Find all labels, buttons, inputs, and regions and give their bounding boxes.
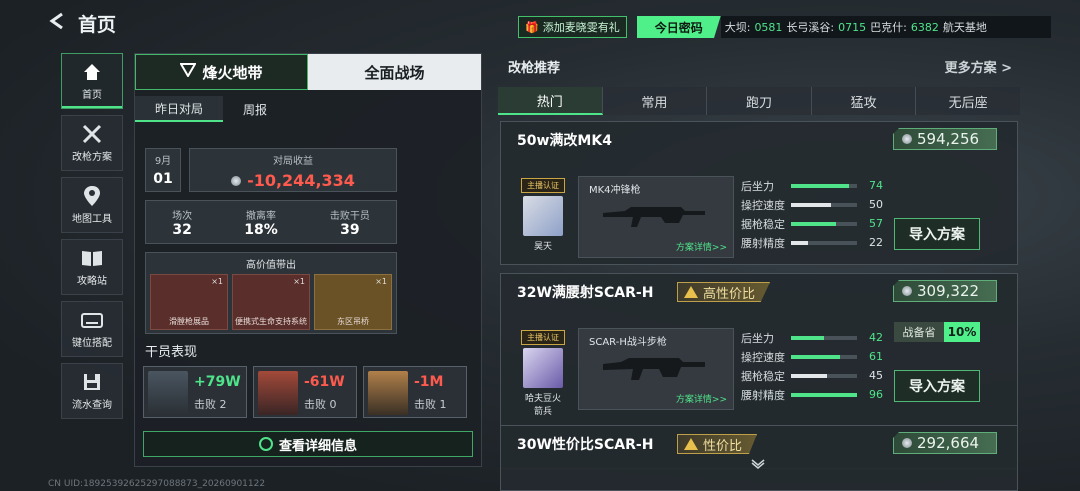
daily-password-label[interactable]: 今日密码 xyxy=(636,16,721,38)
sidebar-item-home[interactable]: 首页 xyxy=(61,53,123,109)
battle-summary-panel: 烽火地带 全面战场 昨日对局 周报 9月 01 对局收益 -10,244,334… xyxy=(134,53,482,467)
match-stats: 场次 32 撤离率 18% 击败干员 39 xyxy=(145,200,397,244)
tab-assault[interactable]: 猛攻 xyxy=(812,87,917,115)
add-gift-button[interactable]: 🎁 添加麦晓雯有礼 xyxy=(518,16,627,38)
streamer-info: 主播认证 昊天 xyxy=(521,178,565,252)
chevron-logo-icon xyxy=(179,63,198,81)
sidebar-item-keybinds[interactable]: 键位搭配 xyxy=(61,301,123,357)
avatar xyxy=(148,371,188,415)
operator-list: +79W 击败 2 -61W 击败 0 -1M 击败 1 xyxy=(143,366,475,418)
sidebar-item-guides[interactable]: 攻略站 xyxy=(61,239,123,295)
keyboard-icon xyxy=(81,309,103,331)
price-badge: 594,256 xyxy=(893,128,997,150)
map-codes: 大坝: 0581 长弓溪谷: 0715 巴克什: 6382 航天基地 xyxy=(720,16,1051,38)
loot-item[interactable]: ×1 东区吊桥 xyxy=(314,274,392,330)
mode-tabs: 烽火地带 全面战场 xyxy=(135,54,481,90)
gun-stats: 后坐力 74 操控速度 50 据枪稳定 57 腰射精度 22 xyxy=(741,179,883,250)
tab-weekly[interactable]: 周报 xyxy=(223,96,287,122)
gun-stats: 后坐力 42 操控速度 61 据枪稳定 45 腰射精度 96 xyxy=(741,331,883,402)
date-card: 9月 01 xyxy=(145,148,181,192)
high-value-loot: 高价值带出 ×1 滑膛枪展品 ×1 便携式生命支持系统 ×1 东区吊桥 xyxy=(145,252,397,334)
operator-section-title: 干员表现 xyxy=(145,345,198,360)
tab-common[interactable]: 常用 xyxy=(603,87,708,115)
save-ratio: 战备省 10% xyxy=(894,322,980,342)
warning-icon xyxy=(684,438,698,450)
section-title: 改枪推荐 xyxy=(508,61,561,76)
streamer-info: 主播认证 哈夫豆火箭兵 xyxy=(521,330,565,417)
gun-card[interactable]: 50w满改MK4 594,256 主播认证 昊天 MK4冲锋枪 方案详情>> 后… xyxy=(500,121,1018,265)
avatar xyxy=(258,371,298,415)
sidebar-item-records[interactable]: 流水查询 xyxy=(61,363,123,419)
home-icon xyxy=(81,61,103,83)
view-details-button[interactable]: 查看详细信息 xyxy=(143,431,473,457)
coin-icon xyxy=(902,286,912,296)
price-badge: 309,322 xyxy=(893,280,997,302)
avatar xyxy=(523,348,563,388)
tab-warzone[interactable]: 烽火地带 xyxy=(135,54,308,90)
tools-icon xyxy=(81,123,103,145)
price-badge: 292,664 xyxy=(893,432,997,454)
tab-run-blade[interactable]: 跑刀 xyxy=(707,87,812,115)
sidebar: 首页 改枪方案 地图工具 攻略站 键位搭配 流水查询 xyxy=(61,53,123,425)
more-plans-link[interactable]: 更多方案 > xyxy=(945,57,1012,76)
sub-tabs: 昨日对局 周报 xyxy=(135,96,287,122)
category-tabs: 热门 常用 跑刀 猛攻 无后座 xyxy=(498,87,1020,115)
avatar xyxy=(368,371,408,415)
search-icon xyxy=(258,437,273,451)
warning-icon xyxy=(684,286,698,298)
rifle-icon xyxy=(603,207,705,227)
avatar xyxy=(523,196,563,236)
income-card: 对局收益 -10,244,334 xyxy=(189,148,397,192)
value-tag: 性价比 xyxy=(677,434,758,454)
back-arrow-icon[interactable] xyxy=(48,12,66,35)
page-title: 首页 xyxy=(78,14,117,36)
gift-icon: 🎁 xyxy=(525,20,539,34)
tab-yesterday[interactable]: 昨日对局 xyxy=(135,96,224,122)
chevron-down-icon[interactable] xyxy=(751,454,765,473)
coin-icon xyxy=(902,134,912,144)
tab-battlefield[interactable]: 全面战场 xyxy=(308,54,481,90)
tab-hot[interactable]: 热门 xyxy=(498,87,603,115)
coin-icon xyxy=(231,175,242,186)
loot-item[interactable]: ×1 便携式生命支持系统 xyxy=(232,274,310,330)
operator-card[interactable]: -61W 击败 0 xyxy=(253,366,357,418)
map-pin-icon xyxy=(81,185,103,207)
coin-icon xyxy=(902,438,912,448)
weapon-preview[interactable]: MK4冲锋枪 方案详情>> xyxy=(578,176,734,258)
save-icon xyxy=(81,371,103,393)
weapon-preview[interactable]: SCAR-H战斗步枪 方案详情>> xyxy=(578,328,734,410)
gun-card[interactable]: 30W性价比SCAR-H 性价比 292,664 xyxy=(500,425,1018,491)
book-icon xyxy=(81,247,103,269)
import-plan-button[interactable]: 导入方案 xyxy=(894,218,980,250)
value-tag: 高性价比 xyxy=(677,282,771,302)
tab-no-recoil[interactable]: 无后座 xyxy=(916,87,1020,115)
top-bar: 🎁 添加麦晓雯有礼 今日密码 大坝: 0581 长弓溪谷: 0715 巴克什: 638… xyxy=(518,16,1051,38)
import-plan-button[interactable]: 导入方案 xyxy=(894,370,980,402)
sidebar-item-map-tools[interactable]: 地图工具 xyxy=(61,177,123,233)
footer-uid: CN UID:18925392625297088873_20260901122 xyxy=(48,479,266,489)
rifle-icon xyxy=(603,358,705,380)
sidebar-item-mod-plan[interactable]: 改枪方案 xyxy=(61,115,123,171)
operator-card[interactable]: +79W 击败 2 xyxy=(143,366,247,418)
loot-item[interactable]: ×1 滑膛枪展品 xyxy=(150,274,228,330)
operator-card[interactable]: -1M 击败 1 xyxy=(363,366,467,418)
